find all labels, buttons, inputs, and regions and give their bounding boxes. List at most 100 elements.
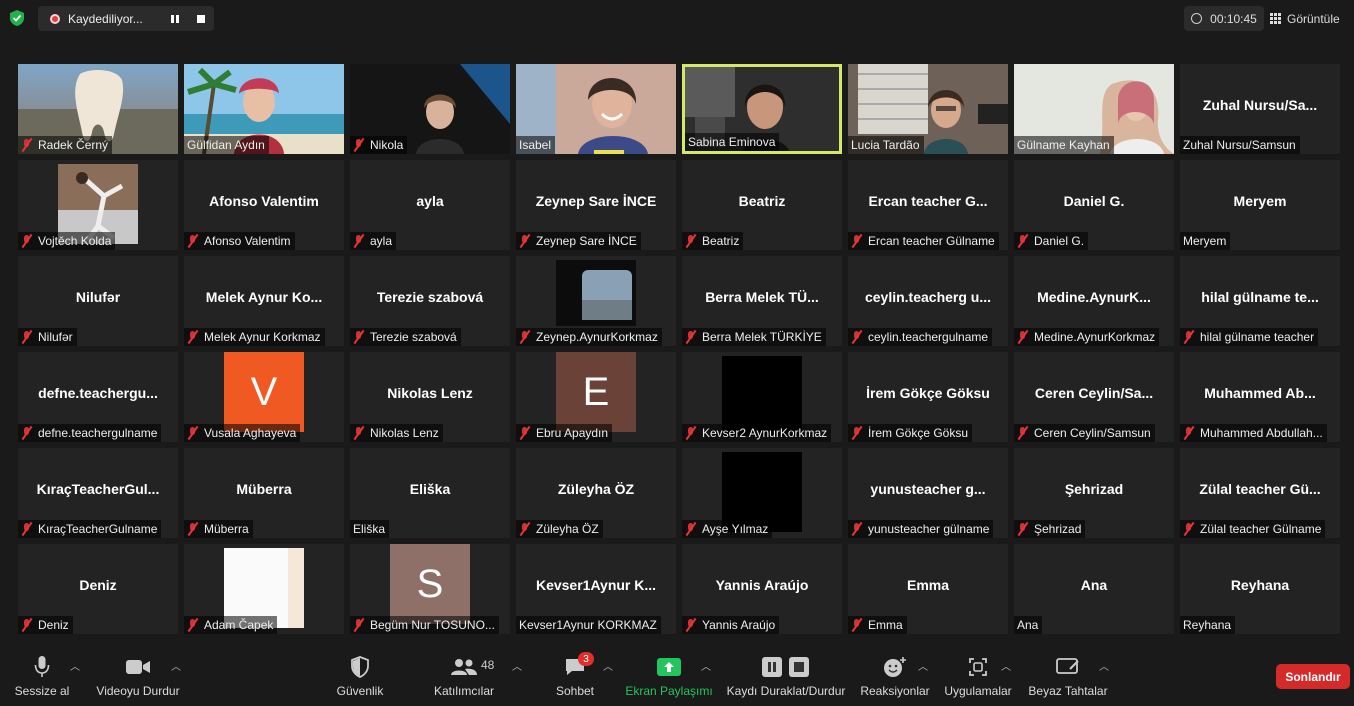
video-label: Videoyu Durdur <box>96 684 180 698</box>
participant-tile[interactable]: ceylin.teacherg u... ceylin.teachergulnam… <box>848 256 1008 346</box>
chat-button[interactable]: Sohbet <box>548 644 602 706</box>
whiteboard-options-chevron-icon[interactable]: ︿ <box>1099 658 1109 673</box>
participant-tile[interactable]: Berra Melek TÜ... Berra Melek TÜRKİYE <box>682 256 842 346</box>
apps-options-chevron-icon[interactable]: ︿ <box>1001 658 1011 673</box>
participant-tile[interactable]: Terezie szabová Terezie szabová <box>350 256 510 346</box>
participant-label-text: KıraçTeacherGulname <box>38 522 158 536</box>
view-button[interactable]: Görüntüle <box>1270 6 1350 31</box>
participant-label-text: Sabina Eminova <box>688 135 776 149</box>
muted-microphone-icon <box>353 234 365 248</box>
reactions-button[interactable]: Reaksiyonlar <box>860 644 930 706</box>
stop-recording-button[interactable] <box>192 10 210 28</box>
muted-microphone-icon <box>519 330 531 344</box>
participant-tile[interactable]: Melek Aynur Ko... Melek Aynur Korkmaz <box>184 256 344 346</box>
participant-tile[interactable]: Vojtěch Kolda <box>18 160 178 250</box>
muted-microphone-icon <box>685 330 697 344</box>
participant-tile[interactable]: KıraçTeacherGul... KıraçTeacherGulname <box>18 448 178 538</box>
participant-tile[interactable]: Kevser2 AynurKorkmaz <box>682 352 842 442</box>
participant-name-label: Vusala Aghayeva <box>184 424 301 442</box>
participant-display-name: Melek Aynur Ko... <box>205 289 323 305</box>
participant-tile[interactable]: Lucia Tardão <box>848 64 1008 154</box>
apps-button[interactable]: Uygulamalar <box>942 644 1014 706</box>
participant-tile[interactable]: Müberra Müberra <box>184 448 344 538</box>
reactions-options-chevron-icon[interactable]: ︿ <box>918 658 928 673</box>
participant-tile[interactable]: Kevser1Aynur K... Kevser1Aynur KORKMAZ <box>516 544 676 634</box>
participant-tile[interactable]: İrem Gökçe Göksu İrem Gökçe Göksu <box>848 352 1008 442</box>
participants-options-chevron-icon[interactable]: ︿ <box>512 658 522 673</box>
stop-video-button[interactable]: Videoyu Durdur <box>92 644 184 706</box>
participant-tile[interactable]: hilal gülname te... hilal gülname teacher <box>1180 256 1340 346</box>
participant-display-name: Eliška <box>409 481 451 497</box>
participant-tile[interactable]: Meryem Meryem <box>1180 160 1340 250</box>
participant-tile[interactable]: Muhammed Ab... Muhammed Abdullah... <box>1180 352 1340 442</box>
participant-tile[interactable]: ayla ayla <box>350 160 510 250</box>
participant-tile[interactable]: Ana Ana <box>1014 544 1174 634</box>
chat-label: Sohbet <box>555 684 595 698</box>
participant-tile[interactable]: Ayşe Yılmaz <box>682 448 842 538</box>
participant-tile[interactable]: Ercan teacher G... Ercan teacher Gülname <box>848 160 1008 250</box>
participant-tile[interactable]: Gülfidan Aydın <box>184 64 344 154</box>
participant-tile[interactable]: V Vusala Aghayeva <box>184 352 344 442</box>
participant-tile[interactable]: Zeynep Sare İNCE Zeynep Sare İNCE <box>516 160 676 250</box>
record-control-button[interactable]: Kaydı Duraklat/Durdur <box>724 644 848 706</box>
muted-microphone-icon <box>21 138 33 152</box>
participant-tile[interactable]: Zülal teacher Gü... Zülal teacher Gülname <box>1180 448 1340 538</box>
participant-tile[interactable]: E Ebru Apaydın <box>516 352 676 442</box>
participant-tile[interactable]: Züleyha ÖZ Züleyha ÖZ <box>516 448 676 538</box>
share-screen-button[interactable]: Ekran Paylaşımı <box>624 644 714 706</box>
participant-tile[interactable]: Sabina Eminova <box>682 64 842 154</box>
participant-tile[interactable]: Afonso Valentim Afonso Valentim <box>184 160 344 250</box>
participant-name-label: yunusteacher gülname <box>848 520 994 538</box>
pause-recording-button[interactable] <box>166 10 184 28</box>
video-options-chevron-icon[interactable]: ︿ <box>171 658 181 673</box>
mute-button[interactable]: Sessize al <box>10 644 74 706</box>
participant-name-label: Lucia Tardão <box>848 136 924 154</box>
mute-options-chevron-icon[interactable]: ︿ <box>70 658 80 673</box>
participant-tile[interactable]: defne.teachergu... defne.teachergulname <box>18 352 178 442</box>
participant-tile[interactable]: Deniz Deniz <box>18 544 178 634</box>
muted-microphone-icon <box>685 426 697 440</box>
participant-name-label: Adam Čapek <box>184 616 278 634</box>
participant-tile[interactable]: Eliška Eliška <box>350 448 510 538</box>
shield-icon[interactable] <box>8 9 26 27</box>
participant-tile[interactable]: Nilufər Nilufər <box>18 256 178 346</box>
participant-tile[interactable]: Zeynep.AynurKorkmaz <box>516 256 676 346</box>
participant-label-text: Zeynep Sare İNCE <box>536 234 637 248</box>
participant-name-label: Eliška <box>350 520 390 538</box>
end-meeting-button[interactable]: Sonlandır <box>1276 664 1350 689</box>
participant-tile[interactable]: Şehrizad Şehrizad <box>1014 448 1174 538</box>
participant-name-label: Ceren Ceylin/Samsun <box>1014 424 1155 442</box>
participant-tile[interactable]: Yannis Araújo Yannis Araújo <box>682 544 842 634</box>
chat-options-chevron-icon[interactable]: ︿ <box>603 658 613 673</box>
participant-tile[interactable]: Radek Černý <box>18 64 178 154</box>
participant-tile[interactable]: Medine.AynurK... Medine.AynurKorkmaz <box>1014 256 1174 346</box>
meeting-toolbar: Sessize al ︿ Videoyu Durdur ︿ Güvenlik K… <box>0 644 1354 706</box>
participant-tile[interactable]: Reyhana Reyhana <box>1180 544 1340 634</box>
participant-tile[interactable]: Nikolas Lenz Nikolas Lenz <box>350 352 510 442</box>
participant-display-name: Müberra <box>236 481 292 497</box>
participant-label-text: Ana <box>1017 618 1039 632</box>
muted-microphone-icon <box>1183 426 1195 440</box>
whiteboards-button[interactable]: Beyaz Tahtalar <box>1026 644 1110 706</box>
participant-tile[interactable]: S Begüm Nur TOSUNO... <box>350 544 510 634</box>
recording-indicator: Kaydediliyor... <box>38 6 214 31</box>
participant-tile[interactable]: Adam Čapek <box>184 544 344 634</box>
security-button[interactable]: Güvenlik <box>330 644 390 706</box>
participant-label-text: defne.teachergulname <box>38 426 158 440</box>
participant-tile[interactable]: yunusteacher g... yunusteacher gülname <box>848 448 1008 538</box>
participants-label: Katılımcılar <box>433 684 494 698</box>
participant-name-label: Berra Melek TÜRKİYE <box>682 328 826 346</box>
share-options-chevron-icon[interactable]: ︿ <box>701 658 711 673</box>
participant-tile[interactable]: Zuhal Nursu/Sa... Zuhal Nursu/Samsun <box>1180 64 1340 154</box>
participant-tile[interactable]: Daniel G. Daniel G. <box>1014 160 1174 250</box>
participant-tile[interactable]: Nikola <box>350 64 510 154</box>
participant-name-label: Begüm Nur TOSUNO... <box>350 616 499 634</box>
participants-button[interactable]: Katılımcılar <box>430 644 498 706</box>
participant-tile[interactable]: Ceren Ceylin/Sa... Ceren Ceylin/Samsun <box>1014 352 1174 442</box>
participant-name-label: Vojtěch Kolda <box>18 232 116 250</box>
participant-tile[interactable]: Gülname Kayhan <box>1014 64 1174 154</box>
participant-tile[interactable]: Isabel <box>516 64 676 154</box>
participant-tile[interactable]: Beatriz Beatriz <box>682 160 842 250</box>
participant-label-text: Kevser2 AynurKorkmaz <box>702 426 828 440</box>
participant-tile[interactable]: Emma Emma <box>848 544 1008 634</box>
